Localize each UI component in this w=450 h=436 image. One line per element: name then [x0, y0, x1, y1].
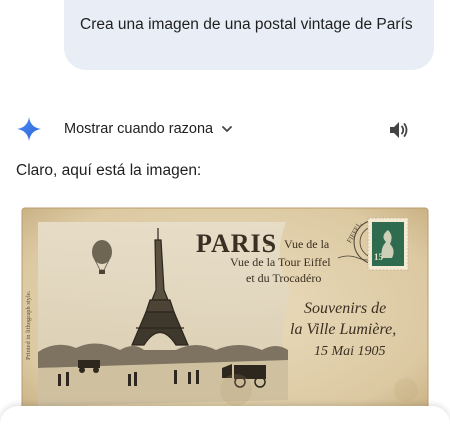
postcard-title: PARIS — [196, 229, 277, 258]
postage-stamp: 15 — [367, 217, 409, 271]
user-message-text: Crea una imagen de una postal vintage de… — [80, 16, 413, 33]
postcard-date: 15 Mai 1905 — [314, 344, 386, 359]
postcard-souvenir-line2: la Ville Lumière, — [290, 321, 396, 338]
postcard-line1: Vue de la — [284, 237, 330, 251]
postcard-line2: Vue de la Tour Eiffel — [230, 255, 331, 269]
stamp-value: 15 — [374, 252, 384, 262]
gemini-spark-icon — [17, 117, 41, 141]
postcard-line3: et du Trocadéro — [246, 271, 321, 285]
postcard-title-dash: – — [265, 237, 273, 251]
chevron-down-icon[interactable] — [221, 123, 233, 135]
reasoning-label: Mostrar cuando razona — [64, 121, 214, 137]
user-message-bubble: Crea una imagen de una postal vintage de… — [64, 0, 434, 70]
postcard-souvenir-line1: Souvenirs de — [304, 300, 386, 317]
generated-image[interactable]: Printed in lithograph style. PARIS – Vue… — [16, 200, 434, 432]
response-text: Claro, aquí está la imagen: — [16, 162, 202, 179]
reasoning-toggle[interactable]: Mostrar cuando razona — [16, 116, 416, 142]
side-caption: Printed in lithograph style. — [25, 290, 32, 360]
speaker-icon[interactable] — [388, 120, 410, 140]
postcard-illustration: Printed in lithograph style. PARIS – Vue… — [21, 207, 429, 432]
